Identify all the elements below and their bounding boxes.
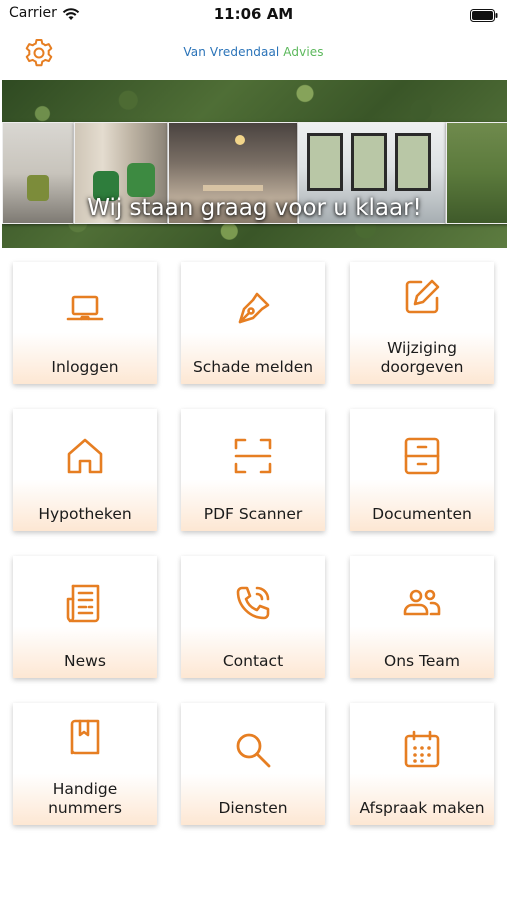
tile-label: Wijziging doorgeven	[380, 339, 464, 376]
tile-diensten[interactable]: Diensten	[181, 703, 325, 825]
tile-label: PDF Scanner	[203, 505, 303, 523]
tile-label: News	[64, 652, 106, 670]
tile-label: Handige nummers	[48, 780, 122, 817]
clock: 11:06 AM	[213, 5, 294, 23]
tile-label: Documenten	[372, 505, 472, 523]
tile-label: Ons Team	[384, 652, 460, 670]
tile-afspraak-maken[interactable]: Afspraak maken	[350, 703, 494, 825]
search-icon	[232, 729, 274, 771]
archive-icon	[401, 435, 443, 477]
pen-nib-icon	[232, 288, 274, 330]
scan-icon	[232, 435, 274, 477]
laptop-icon	[64, 288, 106, 330]
tile-documenten[interactable]: Documenten	[350, 409, 494, 531]
edit-icon	[401, 276, 443, 318]
tile-schade-melden[interactable]: Schade melden	[181, 262, 325, 384]
brand-suffix: Advies	[283, 45, 324, 59]
hero-banner: Wij staan graag voor u klaar!	[2, 80, 507, 248]
tile-contact[interactable]: Contact	[181, 556, 325, 678]
tile-label: Schade melden	[192, 358, 314, 376]
tile-hypotheken[interactable]: Hypotheken	[13, 409, 157, 531]
tile-label: Diensten	[218, 799, 288, 817]
tile-label: Inloggen	[51, 358, 119, 376]
tile-ons-team[interactable]: Ons Team	[350, 556, 494, 678]
tile-pdf-scanner[interactable]: PDF Scanner	[181, 409, 325, 531]
tile-label: Contact	[222, 652, 284, 670]
tile-handige-nummers[interactable]: Handige nummers	[13, 703, 157, 825]
team-icon	[401, 582, 443, 624]
tile-news[interactable]: News	[13, 556, 157, 678]
tile-label: Hypotheken	[38, 505, 132, 523]
home-icon	[64, 435, 106, 477]
brand-name: Van Vredendaal	[183, 45, 280, 59]
app-header: Van Vredendaal Advies	[0, 28, 507, 80]
brand-title: Van Vredendaal Advies	[0, 45, 507, 59]
battery-icon	[470, 7, 498, 26]
tile-label: Afspraak maken	[359, 799, 485, 817]
newspaper-icon	[64, 582, 106, 624]
tile-inloggen[interactable]: Inloggen	[13, 262, 157, 384]
phone-call-icon	[232, 582, 274, 624]
banner-tagline: Wij staan graag voor u klaar!	[87, 195, 422, 221]
calendar-icon	[401, 729, 443, 771]
bookmark-book-icon	[64, 717, 106, 759]
tile-wijziging-doorgeven[interactable]: Wijziging doorgeven	[350, 262, 494, 384]
status-bar: Carrier 11:06 AM	[0, 0, 507, 28]
